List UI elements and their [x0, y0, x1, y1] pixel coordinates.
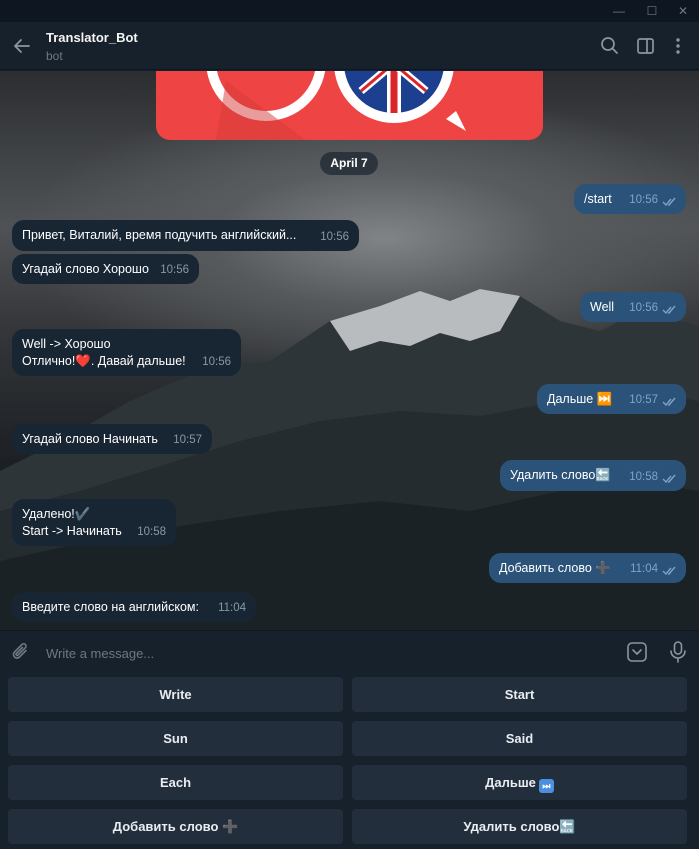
message-in[interactable]: Привет, Виталий, время подучить английск…	[12, 220, 359, 251]
message-text: Отлично!❤️. Давай дальше!	[22, 354, 186, 368]
message-time: 11:04	[218, 602, 246, 614]
date-separator: April 7	[320, 152, 378, 175]
keyboard-button-label: Удалить слово🔙	[463, 819, 576, 834]
keyboard-button-each[interactable]: Each	[8, 765, 343, 800]
bot-banner-image	[156, 71, 543, 140]
double-check-icon	[662, 566, 676, 576]
message-text: Угадай слово Хорошо	[22, 262, 149, 276]
keyboard-button-label: Start	[504, 687, 535, 702]
message-composer	[0, 630, 699, 672]
bot-reply-keyboard: Write Start Sun Said Each Дальше ⏭ Добави…	[0, 672, 699, 849]
message-out[interactable]: Well 10:56	[580, 292, 686, 322]
message-text: Привет, Виталий, время подучить английск…	[22, 228, 297, 242]
message-out[interactable]: /start 10:56	[574, 184, 686, 214]
message-text: Угадай слово Начинать	[22, 432, 158, 446]
double-check-icon	[662, 474, 676, 484]
keyboard-button-next[interactable]: Дальше ⏭	[352, 765, 687, 800]
message-in[interactable]: Well -> Хорошо Отлично!❤️. Давай дальше!…	[12, 329, 241, 376]
message-text: Удалено!✔️	[22, 507, 91, 521]
keyboard-button-label: Each	[159, 775, 192, 790]
message-time: 10:57	[173, 434, 202, 446]
message-time: 10:57	[629, 394, 658, 406]
message-time: 10:56	[629, 302, 658, 314]
double-check-icon	[662, 305, 676, 315]
search-icon[interactable]	[599, 35, 621, 57]
keyboard-button-label: Добавить слово ➕	[112, 819, 239, 834]
message-in[interactable]: Угадай слово Начинать 10:57	[12, 424, 212, 454]
message-out[interactable]: Удалить слово🔙 10:58	[500, 460, 686, 491]
more-icon[interactable]	[667, 35, 689, 57]
keyboard-button-label: Sun	[163, 731, 188, 746]
chat-header: Translator_Bot bot	[0, 22, 699, 70]
message-in[interactable]: Угадай слово Хорошо 10:56	[12, 254, 199, 284]
minimize-button[interactable]: —	[603, 0, 635, 22]
message-time: 10:58	[629, 471, 658, 483]
keyboard-button-label: Write	[159, 687, 192, 702]
message-in[interactable]: Введите слово на английском: 11:04	[12, 592, 256, 622]
keyboard-button-delete-word[interactable]: Удалить слово🔙	[352, 809, 687, 844]
chat-title[interactable]: Translator_Bot	[46, 30, 138, 45]
message-time: 10:58	[137, 526, 166, 538]
keyboard-button-said[interactable]: Said	[352, 721, 687, 756]
double-check-icon	[662, 397, 676, 407]
next-track-icon: ⏭	[538, 779, 554, 793]
message-text: Введите слово на английском:	[22, 600, 199, 614]
close-button[interactable]: ✕	[667, 0, 699, 22]
message-input[interactable]	[46, 643, 606, 663]
maximize-button[interactable]: ☐	[636, 0, 668, 22]
message-text: Well -> Хорошо	[22, 337, 111, 351]
message-time: 10:56	[320, 231, 349, 243]
message-text: Добавить слово ➕	[499, 561, 611, 575]
microphone-icon[interactable]	[667, 640, 689, 664]
attach-icon[interactable]	[10, 641, 32, 663]
chat-subtitle: bot	[46, 49, 63, 63]
message-text: Удалить слово🔙	[510, 468, 611, 482]
keyboard-button-sun[interactable]: Sun	[8, 721, 343, 756]
message-out[interactable]: Добавить слово ➕ 11:04	[489, 553, 686, 583]
message-text: Дальше ⏭️	[547, 392, 613, 406]
chat-history[interactable]: April 7 /start 10:56 Привет, Виталий, вр…	[0, 71, 699, 630]
bot-keyboard-icon[interactable]	[626, 641, 648, 663]
back-arrow-icon[interactable]	[10, 34, 34, 58]
sidebar-toggle-icon[interactable]	[635, 35, 657, 57]
message-text: Well	[590, 300, 615, 314]
message-time: 10:56	[160, 264, 189, 276]
keyboard-button-write[interactable]: Write	[8, 677, 343, 712]
window-titlebar: — ☐ ✕	[0, 0, 699, 22]
message-time: 10:56	[202, 356, 231, 368]
double-check-icon	[662, 197, 676, 207]
keyboard-button-label: Дальше	[485, 775, 536, 790]
message-in[interactable]: Удалено!✔️ Start -> Начинать 10:58	[12, 499, 176, 546]
message-time: 10:56	[629, 194, 658, 206]
message-out[interactable]: Дальше ⏭️ 10:57	[537, 384, 686, 414]
message-text: /start	[584, 192, 612, 206]
keyboard-button-label: Said	[505, 731, 534, 746]
keyboard-button-start[interactable]: Start	[352, 677, 687, 712]
message-time: 11:04	[630, 563, 658, 575]
keyboard-button-add-word[interactable]: Добавить слово ➕	[8, 809, 343, 844]
